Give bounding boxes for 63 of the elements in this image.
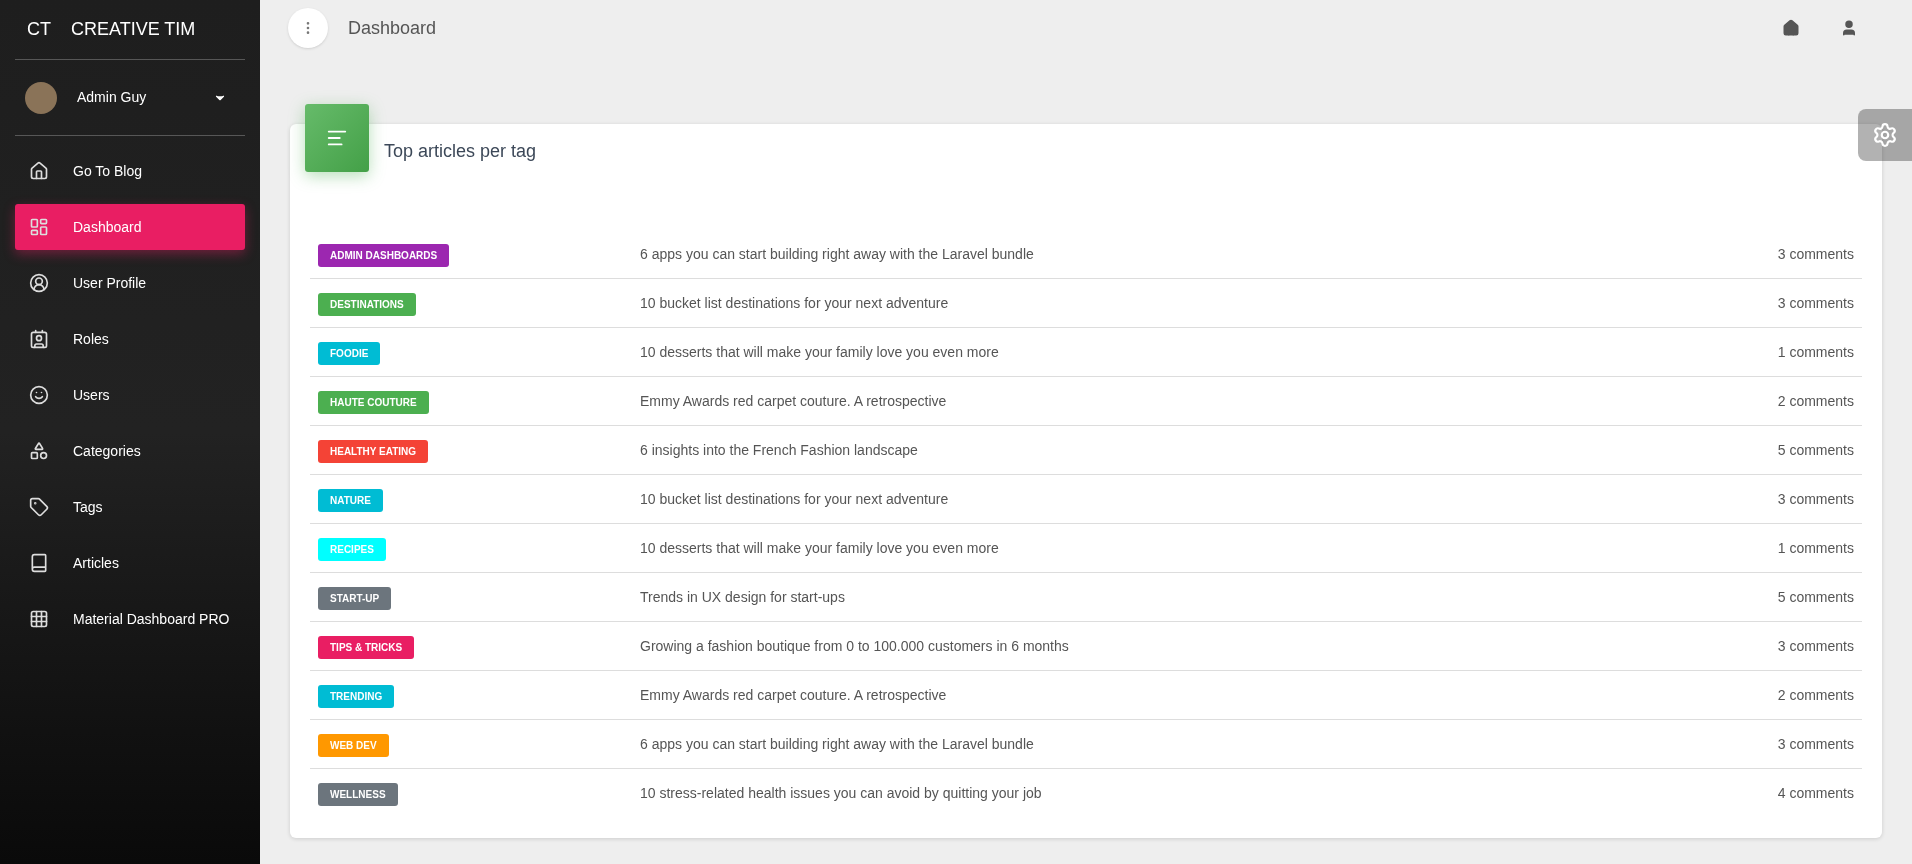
article-title: Trends in UX design for start-ups	[640, 587, 846, 607]
comment-count: 2 comments	[1777, 685, 1854, 705]
article-title: Emmy Awards red carpet couture. A retrospective	[640, 685, 948, 705]
tag-badge: ADMIN DASHBOARDS	[318, 243, 450, 267]
logo-mark[interactable]: CT	[27, 16, 51, 43]
nav-item[interactable]: Tags	[15, 484, 245, 530]
nav-item[interactable]: Categories	[15, 428, 245, 474]
tag-badge: FOODIE	[318, 341, 381, 365]
nav-item[interactable]: Roles	[15, 316, 245, 362]
comment-count: 2 comments	[1777, 391, 1854, 411]
article-title: 10 bucket list destinations for your next adventure	[640, 489, 950, 509]
article-title: Growing a fashion boutique from 0 to 100.000 customers in 6 months	[640, 636, 1070, 656]
tag-badge: START-UP	[318, 586, 392, 610]
grid-icon	[29, 609, 49, 629]
nav-item[interactable]: Material Dashboard PRO	[15, 596, 245, 642]
user-menu[interactable]: Admin Guy	[15, 60, 245, 136]
page-title: Dashboard	[348, 16, 438, 40]
comment-count: 3 comments	[1777, 734, 1854, 754]
tag-badge: TRENDING	[318, 684, 395, 708]
tag-badge: DESTINATIONS	[318, 292, 416, 316]
comment-count: 5 comments	[1777, 587, 1854, 607]
home-icon	[29, 161, 49, 181]
home-icon[interactable]	[1782, 19, 1800, 37]
tag-badge: HAUTE COUTURE	[318, 390, 429, 414]
comment-count: 3 comments	[1777, 489, 1854, 509]
comment-count: 4 comments	[1777, 784, 1854, 803]
tag-badge: HEALTHY EATING	[318, 439, 429, 463]
tag-badge: WEB DEV	[318, 733, 389, 757]
logo-text[interactable]: CREATIVE TIM	[71, 16, 196, 43]
tag-badge: NATURE	[318, 488, 383, 512]
tag-badge: TIPS & TRICKS	[318, 635, 415, 659]
comment-count: 5 comments	[1777, 440, 1854, 460]
tag-badge: WELLNESS	[318, 783, 398, 806]
comment-count: 1 comments	[1777, 538, 1854, 558]
shapes-icon	[29, 441, 49, 461]
nav-item[interactable]: Users	[15, 372, 245, 418]
comment-count: 1 comments	[1777, 342, 1854, 362]
comment-count: 3 comments	[1777, 293, 1854, 313]
article-title: Emmy Awards red carpet couture. A retrospective	[640, 391, 948, 411]
tag-icon	[29, 497, 49, 517]
user-icon[interactable]	[1840, 19, 1858, 37]
id-badge-icon	[29, 329, 49, 349]
nav-item[interactable]: Go To Blog	[15, 148, 245, 194]
face-icon	[29, 385, 49, 405]
article-title: 10 desserts that will make your family love you even more	[640, 342, 1000, 362]
user-circle-icon	[29, 273, 49, 293]
avatar	[25, 81, 57, 114]
card-title: Top articles per tag	[384, 140, 537, 163]
article-title: 6 apps you can start building right away with the Laravel bundle	[640, 244, 1035, 264]
book-icon	[29, 553, 49, 573]
article-title: 10 bucket list destinations for your next adventure	[640, 293, 950, 313]
article-title: 6 insights into the French Fashion landscape	[640, 440, 919, 460]
settings-button[interactable]	[1858, 109, 1912, 161]
dashboard-icon	[29, 217, 49, 237]
nav-item[interactable]: User Profile	[15, 260, 245, 306]
nav-item[interactable]: Dashboard	[15, 204, 245, 250]
article-title: 10 desserts that will make your family love you even more	[640, 538, 1000, 558]
nav-item[interactable]: Articles	[15, 540, 245, 586]
tag-badge: RECIPES	[318, 537, 386, 561]
article-title: 6 apps you can start building right away with the Laravel bundle	[640, 734, 1035, 754]
comment-count: 3 comments	[1777, 244, 1854, 264]
article-title: 10 stress-related health issues you can avoid by quitting your job	[640, 784, 1043, 803]
comment-count: 3 comments	[1777, 636, 1854, 656]
